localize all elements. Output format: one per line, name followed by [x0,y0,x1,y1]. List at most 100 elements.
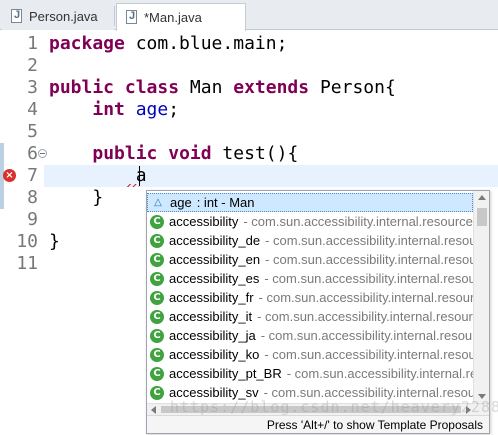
keyword-token: public [49,77,115,98]
proposal-item[interactable]: Caccessibility_en - com.sun.accessibility… [147,250,473,269]
proposal-item[interactable]: Caccessibility_it - com.sun.accessibility… [147,307,473,326]
scroll-left-icon[interactable] [151,406,156,414]
keyword-token: public [92,143,158,164]
proposal-item[interactable]: Caccessibility_ja - com.sun.accessibility… [147,326,473,345]
code-text: package com.blue.main; [49,33,287,55]
proposal-name: accessibility_ja [169,328,256,343]
proposal-qualifier: - com.sun.accessibility.internal.resourc… [265,252,473,267]
line-number: 11 [16,253,38,274]
code-token: Person{ [309,77,396,98]
line-number: 4 [27,99,38,120]
class-icon: C [150,252,164,267]
code-token: } [49,231,60,252]
proposal-item[interactable]: Caccessibility_pt_BR - com.sun.accessibil… [147,364,473,383]
proposal-qualifier: - com.sun.accessibility.internal.resourc… [264,271,473,286]
proposal-qualifier: - com.sun.accessibility.internal.resourc… [265,233,473,248]
proposal-qualifier: - com.sun.accessibility.internal.resourc… [257,309,473,324]
class-icon: C [150,385,164,400]
proposal-qualifier: - com.sun.accessibility.internal.resourc… [264,347,473,362]
code-text: int age; [49,99,179,121]
tab-man-java[interactable]: J *Man.java [116,3,246,31]
field-token: age [135,99,169,120]
watermark: https://blog.csdn.net/heavery2288 [170,398,498,416]
proposal-qualifier: - com.sun.accessibility.internal.resourc… [286,366,473,381]
proposal-name: accessibility_fr [169,290,254,305]
line-number: 3 [27,77,38,98]
proposal-name: accessibility_ko [169,347,260,362]
proposal-qualifier: - com.sun.accessibility.internal.resourc… [243,214,473,229]
proposal-list[interactable]: △ age : int - Man Caccessibility - com.sun.a… [147,191,473,403]
proposal-qualifier: - com.sun.accessibility.internal.resourc… [258,290,473,305]
code-line[interactable]: 3 public class Man extends Person{ [0,77,498,99]
proposal-qualifier: : int - Man [196,195,255,210]
code-text: } [49,187,103,209]
code-token: } [49,187,104,208]
content-assist-status: Press 'Alt+/' to show Template Proposals [147,415,489,433]
class-icon: C [150,214,164,229]
keyword-token: package [49,33,125,54]
code-line[interactable]: 1 package com.blue.main; [0,33,498,55]
scroll-thumb[interactable] [477,208,487,226]
line-number: 8 [27,187,38,208]
line-number: 1 [27,33,38,54]
collapse-icon[interactable] [38,149,47,158]
proposal-name: accessibility_pt_BR [169,366,282,381]
line-number: 5 [27,121,38,142]
class-icon: C [150,347,164,362]
proposal-name: accessibility_it [169,309,253,324]
proposal-item-selected[interactable]: △ age : int - Man [147,193,473,212]
code-token: test(){ [211,143,299,164]
code-line[interactable]: 4 int age; [0,99,498,121]
editor-tab-bar: J Person.java J *Man.java [0,0,498,31]
line-number: 2 [27,55,38,76]
class-icon: C [150,309,164,324]
code-token: a [49,165,147,186]
proposal-name: accessibility_es [169,271,260,286]
proposal-name: accessibility_en [169,252,261,267]
keyword-token: int [92,99,125,120]
code-line[interactable]: 2 [0,55,498,77]
proposal-item[interactable]: Caccessibility - com.sun.accessibility.in… [147,212,473,231]
class-icon: C [150,290,164,305]
code-line[interactable]: 7 a × [0,165,498,187]
field-icon: △ [154,196,162,208]
keyword-token: extends [233,77,310,98]
tab-separator [114,6,115,26]
tab-label: *Man.java [144,10,202,25]
tab-label: Person.java [29,9,98,24]
class-icon: C [150,366,164,381]
proposal-qualifier: - com.sun.accessibility.internal.resourc… [260,328,473,343]
error-icon[interactable]: × [3,169,16,182]
code-text: } [49,231,60,253]
proposal-item[interactable]: Caccessibility_ko - com.sun.accessibility… [147,345,473,364]
line-number: 9 [27,209,38,230]
code-line[interactable]: 6 public void test(){ [0,143,498,165]
proposal-name: age [170,195,192,210]
java-file-icon: J [10,9,23,24]
keyword-token: void [168,143,212,164]
line-number: 10 [16,231,38,252]
code-token: ; [168,99,180,120]
text-caret [139,166,140,186]
code-line[interactable]: 5 [0,121,498,143]
scroll-up-icon[interactable] [478,195,486,200]
vertical-scrollbar[interactable] [473,191,489,403]
proposal-item[interactable]: Caccessibility_fr - com.sun.accessibility… [147,288,473,307]
proposal-name: accessibility_de [169,233,261,248]
class-icon: C [150,328,164,343]
code-token: Man [179,77,234,98]
java-file-icon: J [125,10,138,25]
class-icon: C [150,271,164,286]
tab-person-java[interactable]: J Person.java [2,3,114,30]
code-token: com.blue.main; [124,33,288,54]
proposal-item[interactable]: Caccessibility_es - com.sun.accessibility… [147,269,473,288]
code-text: public void test(){ [49,143,298,165]
line-number: 6 [27,143,38,164]
proposal-item[interactable]: Caccessibility_de - com.sun.accessibility… [147,231,473,250]
code-text: public class Man extends Person{ [49,77,396,99]
